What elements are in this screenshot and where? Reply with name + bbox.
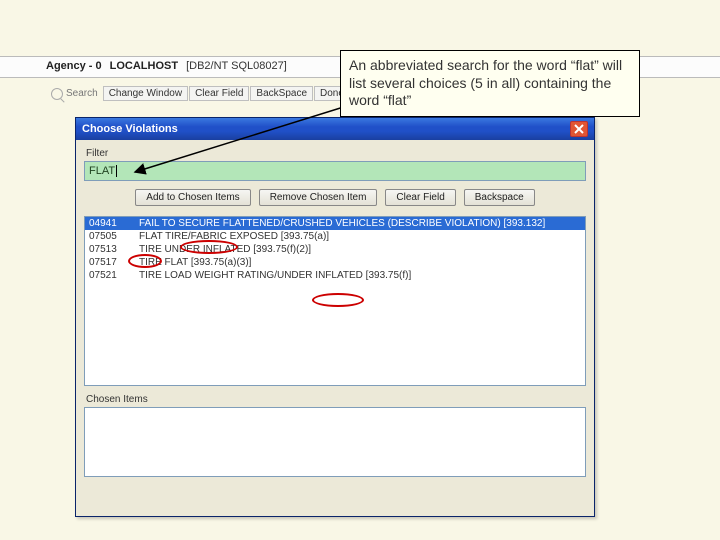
search-icon bbox=[51, 88, 63, 100]
chosen-items-listbox[interactable] bbox=[84, 407, 586, 477]
clear-field-button[interactable]: Clear Field bbox=[385, 189, 455, 206]
choose-violations-dialog: Choose Violations Filter FLAT Add to Cho… bbox=[75, 117, 595, 517]
row-desc: TIRE FLAT [393.75(a)(3)] bbox=[139, 257, 251, 268]
row-desc: FLAT TIRE/FABRIC EXPOSED [393.75(a)] bbox=[139, 231, 329, 242]
row-code: 07505 bbox=[89, 231, 129, 242]
list-item[interactable]: 07513 TIRE UNDER INFLATED [393.75(f)(2)] bbox=[85, 243, 585, 256]
dialog-titlebar: Choose Violations bbox=[76, 118, 594, 140]
filter-input[interactable]: FLAT bbox=[84, 161, 586, 181]
annotation-callout: An abbreviated search for the word “flat… bbox=[340, 50, 640, 117]
row-code: 07513 bbox=[89, 244, 129, 255]
dialog-title: Choose Violations bbox=[82, 123, 178, 135]
backspace-button[interactable]: Backspace bbox=[464, 189, 535, 206]
list-item[interactable]: 04941 FAIL TO SECURE FLATTENED/CRUSHED VE… bbox=[85, 217, 585, 230]
bg-titlebar: Agency - 0 LOCALHOST [DB2/NT SQL08027] bbox=[46, 60, 287, 72]
row-code: 07517 bbox=[89, 257, 129, 268]
close-icon[interactable] bbox=[570, 121, 588, 137]
toolbar-search[interactable]: Search bbox=[46, 87, 103, 101]
list-item[interactable]: 07517 TIRE FLAT [393.75(a)(3)] bbox=[85, 256, 585, 269]
remove-chosen-button[interactable]: Remove Chosen Item bbox=[259, 189, 378, 206]
toolbar-backspace[interactable]: BackSpace bbox=[250, 86, 313, 101]
filter-label: Filter bbox=[86, 148, 586, 159]
row-code: 04941 bbox=[89, 218, 129, 229]
dialog-button-row: Add to Chosen Items Remove Chosen Item C… bbox=[84, 189, 586, 206]
results-listbox[interactable]: 04941 FAIL TO SECURE FLATTENED/CRUSHED VE… bbox=[84, 216, 586, 386]
row-code: 07521 bbox=[89, 270, 129, 281]
filter-value: FLAT bbox=[89, 165, 115, 177]
toolbar-search-label: Search bbox=[66, 88, 98, 99]
row-desc: TIRE UNDER INFLATED [393.75(f)(2)] bbox=[139, 244, 311, 255]
text-cursor bbox=[116, 165, 117, 177]
add-to-chosen-button[interactable]: Add to Chosen Items bbox=[135, 189, 250, 206]
bg-host: LOCALHOST bbox=[110, 60, 178, 72]
list-item[interactable]: 07505 FLAT TIRE/FABRIC EXPOSED [393.75(a)… bbox=[85, 230, 585, 243]
chosen-items-label: Chosen Items bbox=[86, 394, 586, 405]
bg-db: [DB2/NT SQL08027] bbox=[186, 60, 287, 72]
row-desc: FAIL TO SECURE FLATTENED/CRUSHED VEHICLE… bbox=[139, 218, 545, 229]
toolbar-clear-field[interactable]: Clear Field bbox=[189, 86, 249, 101]
dialog-body: Filter FLAT Add to Chosen Items Remove C… bbox=[76, 140, 594, 485]
toolbar-change-window[interactable]: Change Window bbox=[103, 86, 188, 101]
row-desc: TIRE LOAD WEIGHT RATING/UNDER INFLATED [… bbox=[139, 270, 411, 281]
bg-agency: Agency - 0 bbox=[46, 60, 102, 72]
list-item[interactable]: 07521 TIRE LOAD WEIGHT RATING/UNDER INFLA… bbox=[85, 269, 585, 282]
